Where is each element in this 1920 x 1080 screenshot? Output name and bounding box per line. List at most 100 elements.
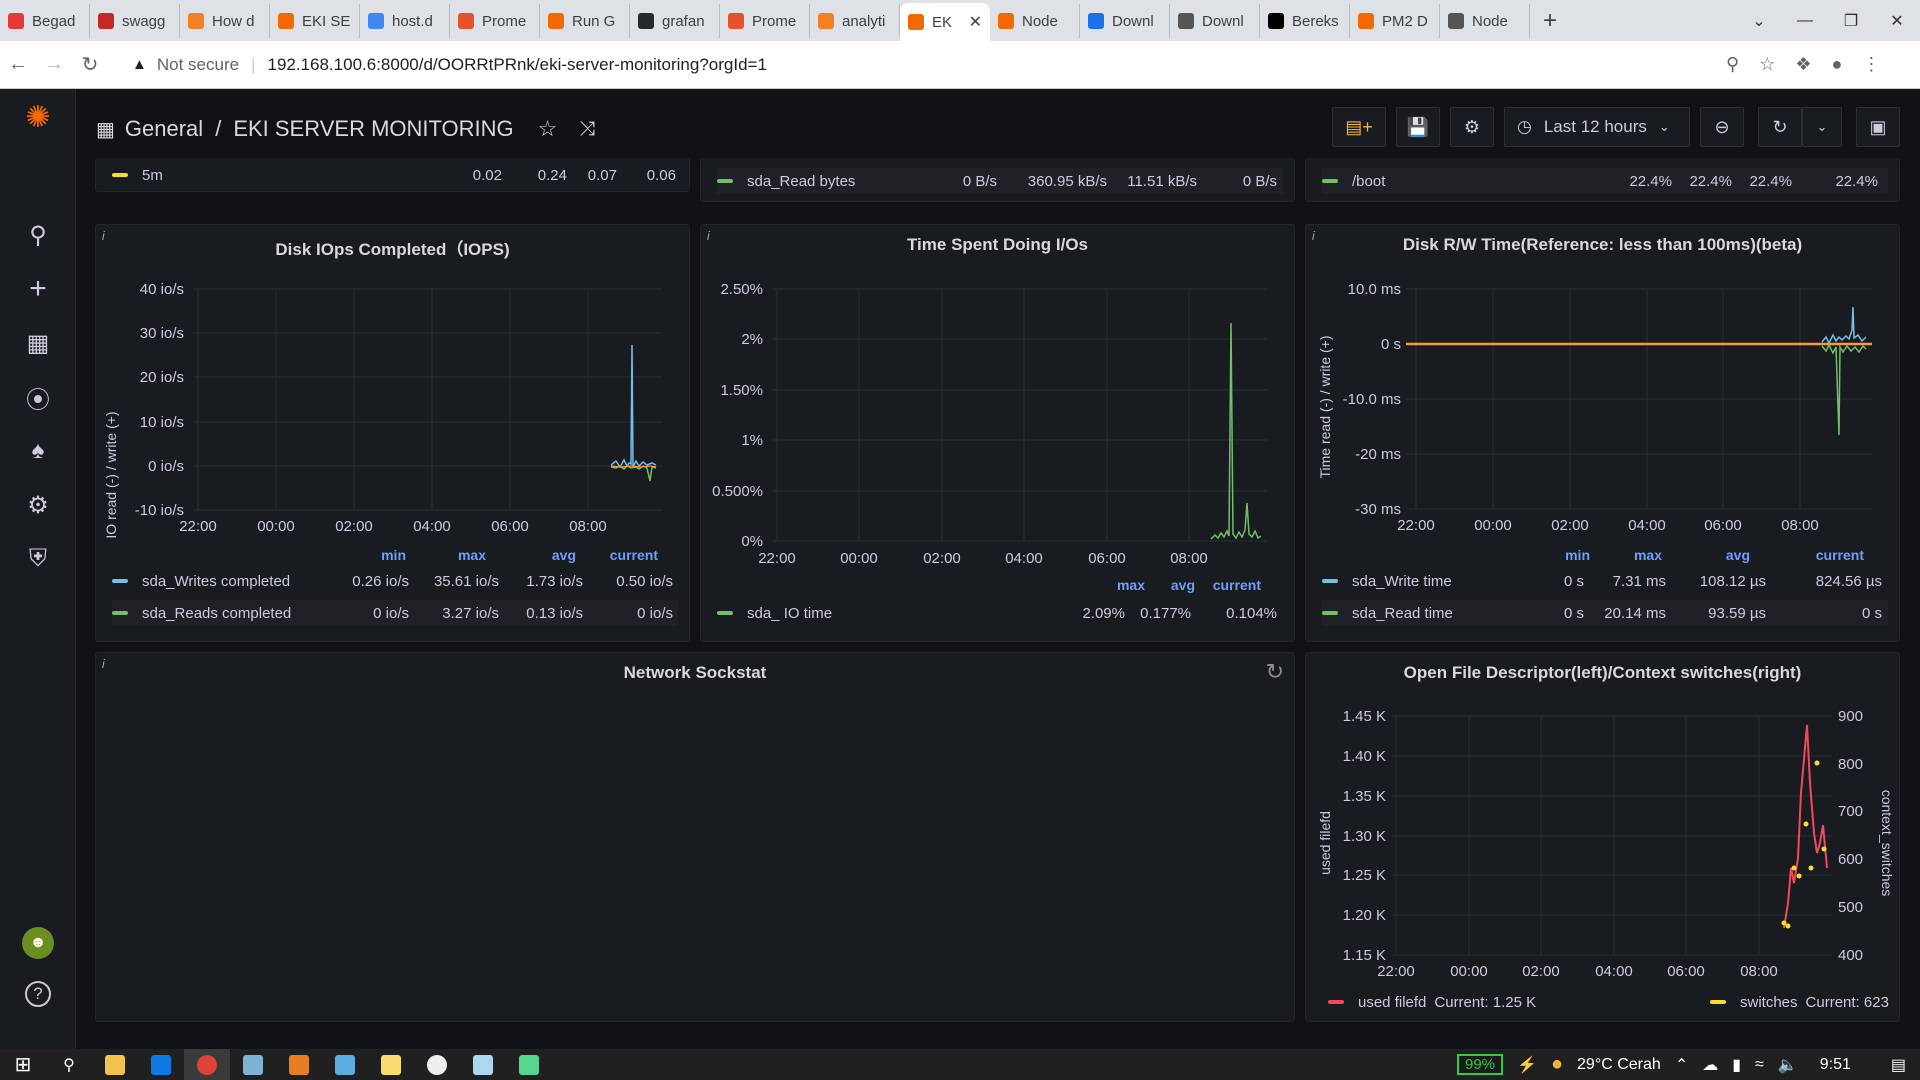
legend-row[interactable]: sda_Write time 0 s 7.31 ms 108.12 µs 824… xyxy=(1322,568,1888,594)
file-explorer-icon[interactable] xyxy=(92,1049,138,1080)
app-l-icon[interactable] xyxy=(138,1049,184,1080)
legend-header-max[interactable]: max xyxy=(1602,547,1662,563)
app-icon[interactable] xyxy=(276,1049,322,1080)
profile-icon[interactable]: ● xyxy=(1831,54,1842,75)
legend-header-avg[interactable]: avg xyxy=(516,547,576,563)
disk-iops-panel[interactable]: i Disk IOps Completed（IOPS) IO read (-) … xyxy=(95,224,690,642)
add-panel-button[interactable]: ▤+ xyxy=(1332,107,1386,147)
browser-tab[interactable]: Begad xyxy=(0,4,90,38)
share-icon[interactable]: ⤨ xyxy=(579,118,595,141)
legend-row[interactable]: sda_Reads completed 0 io/s 3.27 io/s 0.1… xyxy=(112,600,678,626)
legend-header-avg[interactable]: avg xyxy=(1690,547,1750,563)
filefd-chart[interactable]: used filefd context_switches 1.45 K 1.40… xyxy=(1306,653,1901,1023)
legend-header-current[interactable]: current xyxy=(1191,577,1261,593)
browser-tab[interactable]: Prome xyxy=(720,4,810,38)
app-icon[interactable] xyxy=(506,1049,552,1080)
explore-compass-icon[interactable]: ⦿ xyxy=(22,381,54,414)
favorite-star-icon[interactable]: ☆ xyxy=(538,116,558,142)
app-icon[interactable] xyxy=(414,1049,460,1080)
browser-tab[interactable]: Prome xyxy=(450,4,540,38)
legend-row[interactable]: sda_Writes completed 0.26 io/s 35.61 io/… xyxy=(112,568,678,594)
browser-tab[interactable]: EKI SE xyxy=(270,4,360,38)
browser-tab[interactable]: analyti xyxy=(810,4,900,38)
legend-row[interactable]: sda_Read time 0 s 20.14 ms 93.59 µs 0 s xyxy=(1322,600,1888,626)
reload-icon[interactable]: ↻ xyxy=(72,52,108,77)
legend-row[interactable]: used filefd Current: 1.25 K xyxy=(1328,989,1536,1015)
legend-header-min[interactable]: min xyxy=(346,547,406,563)
browser-tab[interactable]: Downl xyxy=(1080,4,1170,38)
open-file-descriptor-panel[interactable]: Open File Descriptor(left)/Context switc… xyxy=(1305,652,1900,1022)
create-plus-icon[interactable]: + xyxy=(22,272,54,305)
dashboard-title[interactable]: EKI SERVER MONITORING xyxy=(233,116,513,142)
io-time-panel[interactable]: i Time Spent Doing I/Os 2.50% 2% 1.50% 1… xyxy=(700,224,1295,642)
chevron-up-icon[interactable]: ⌃ xyxy=(1675,1055,1688,1075)
virtualbox-icon[interactable] xyxy=(230,1049,276,1080)
app-icon[interactable] xyxy=(460,1049,506,1080)
legend-header-avg[interactable]: avg xyxy=(1135,577,1195,593)
clock-time[interactable]: 9:51 xyxy=(1820,1056,1851,1074)
browser-tab[interactable]: Node xyxy=(990,4,1080,38)
browser-tab[interactable]: Bereks xyxy=(1260,4,1350,38)
extensions-icon[interactable]: ❖ xyxy=(1795,54,1811,75)
shield-icon[interactable]: ⛨ xyxy=(22,543,54,575)
refresh-interval-button[interactable]: ⌄ xyxy=(1802,107,1842,147)
weather-sun-icon[interactable]: ● xyxy=(1551,1053,1563,1076)
tv-mode-button[interactable]: ▣ xyxy=(1856,107,1900,147)
back-icon[interactable]: ← xyxy=(0,53,36,76)
disk-rw-time-panel[interactable]: i Disk R/W Time(Reference: less than 100… xyxy=(1305,224,1900,642)
alerting-bell-icon[interactable]: ♠ xyxy=(22,435,54,467)
minimize-icon[interactable]: — xyxy=(1782,0,1828,41)
weather-text[interactable]: 29°C Cerah xyxy=(1577,1056,1661,1074)
key-icon[interactable]: ⚲ xyxy=(1726,54,1739,75)
browser-tab[interactable]: swagg xyxy=(90,4,180,38)
time-picker-button[interactable]: ◷ Last 12 hours ⌄ xyxy=(1504,107,1690,147)
search-icon[interactable]: ⚲ xyxy=(22,219,54,251)
network-sockstat-panel[interactable]: i Network Sockstat ↻ xyxy=(95,652,1295,1022)
save-dashboard-button[interactable]: 💾 xyxy=(1396,107,1440,147)
dashboards-grid-icon[interactable]: ▦ xyxy=(22,327,54,359)
legend-row[interactable]: sda_ IO time 2.09% 0.177% 0.104% xyxy=(717,600,1283,626)
wifi-icon[interactable]: ≈ xyxy=(1755,1056,1764,1074)
legend-header-max[interactable]: max xyxy=(426,547,486,563)
url-field[interactable]: ▲ Not secure | 192.168.100.6:8000/d/OORR… xyxy=(118,47,1718,83)
battery-icon[interactable]: ▮ xyxy=(1732,1055,1741,1075)
browser-tab[interactable]: Node xyxy=(1440,4,1530,38)
restore-icon[interactable]: ❐ xyxy=(1828,0,1874,41)
close-window-icon[interactable]: ✕ xyxy=(1874,0,1920,41)
search-icon[interactable]: ⚲ xyxy=(46,1049,92,1080)
panel-title[interactable]: Network Sockstat xyxy=(96,663,1294,683)
zoom-out-button[interactable]: ⊖ xyxy=(1700,107,1744,147)
user-avatar[interactable]: ☻ xyxy=(22,927,54,959)
forward-icon[interactable]: → xyxy=(36,53,72,76)
chrome-icon[interactable] xyxy=(184,1049,230,1080)
tab-search-icon[interactable]: ⌄ xyxy=(1736,0,1782,41)
settings-button[interactable]: ⚙ xyxy=(1450,107,1494,147)
legend-header-current[interactable]: current xyxy=(584,547,658,563)
grafana-logo-icon[interactable]: ✺ xyxy=(22,101,54,134)
browser-tab[interactable]: How d xyxy=(180,4,270,38)
browser-tab[interactable]: Run G xyxy=(540,4,630,38)
configuration-gear-icon[interactable]: ⚙ xyxy=(22,489,54,521)
legend-header-current[interactable]: current xyxy=(1790,547,1864,563)
legend-row[interactable]: switches Current: 623 xyxy=(1710,989,1889,1015)
browser-tab[interactable]: Downl xyxy=(1170,4,1260,38)
legend-header-min[interactable]: min xyxy=(1530,547,1590,563)
bookmark-star-icon[interactable]: ☆ xyxy=(1759,54,1775,75)
browser-tab[interactable]: EK ✕ xyxy=(900,3,990,41)
windows-start-icon[interactable]: ⊞ xyxy=(0,1049,46,1080)
app-icon[interactable] xyxy=(322,1049,368,1080)
sticky-notes-icon[interactable] xyxy=(368,1049,414,1080)
volume-icon[interactable]: 🔈 xyxy=(1778,1055,1798,1075)
new-tab-button[interactable]: + xyxy=(1530,7,1570,35)
browser-tab[interactable]: PM2 D xyxy=(1350,4,1440,38)
refresh-button[interactable]: ↻ xyxy=(1758,107,1802,147)
browser-tab[interactable]: host.d xyxy=(360,4,450,38)
menu-icon[interactable]: ⋮ xyxy=(1862,54,1880,75)
breadcrumb-folder[interactable]: General xyxy=(125,116,203,142)
battery-indicator[interactable]: 99% xyxy=(1456,1054,1504,1075)
notification-icon[interactable]: ▤ xyxy=(1891,1055,1906,1075)
help-icon[interactable]: ? xyxy=(25,981,51,1007)
cloud-icon[interactable]: ☁ xyxy=(1702,1055,1718,1075)
close-tab-icon[interactable]: ✕ xyxy=(969,12,982,32)
browser-tab[interactable]: grafan xyxy=(630,4,720,38)
